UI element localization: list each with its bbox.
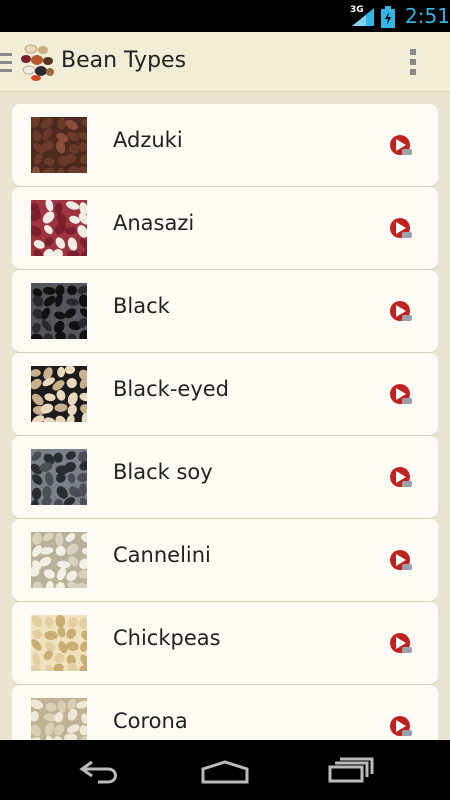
play-icon[interactable] <box>389 632 413 656</box>
page-title: Bean Types <box>61 48 187 73</box>
bean-list-container[interactable]: Adzuki Anasazi Black Black-eyed Black soy Can… <box>0 92 450 740</box>
bean-list: Adzuki Anasazi Black Black-eyed Black soy Can… <box>12 104 438 740</box>
play-icon[interactable] <box>389 383 413 407</box>
play-icon[interactable] <box>389 715 413 739</box>
play-icon[interactable] <box>389 134 413 158</box>
bean-name: Cannelini <box>113 543 211 567</box>
play-icon[interactable] <box>389 300 413 324</box>
bean-name: Adzuki <box>113 128 183 152</box>
navigation-bar <box>0 740 450 800</box>
bean-thumbnail <box>31 283 87 339</box>
play-icon[interactable] <box>389 217 413 241</box>
list-item[interactable]: Corona <box>12 685 438 740</box>
list-item[interactable]: Anasazi <box>12 187 438 269</box>
list-item[interactable]: Black-eyed <box>12 353 438 435</box>
battery-charging-icon <box>381 6 395 28</box>
bean-name: Anasazi <box>113 211 195 235</box>
status-clock: 2:51 <box>405 4 450 28</box>
list-item[interactable]: Black <box>12 270 438 352</box>
bean-thumbnail <box>31 615 87 671</box>
recents-icon[interactable] <box>328 757 374 783</box>
bean-name: Black soy <box>113 460 213 484</box>
signal-icon <box>352 8 374 26</box>
list-item[interactable]: Black soy <box>12 436 438 518</box>
play-icon[interactable] <box>389 466 413 490</box>
bean-thumbnail <box>31 366 87 422</box>
beans-app-icon[interactable] <box>17 41 55 81</box>
list-item[interactable]: Adzuki <box>12 104 438 186</box>
bean-thumbnail <box>31 698 87 740</box>
action-bar: Bean Types <box>0 32 450 92</box>
bean-name: Black-eyed <box>113 377 229 401</box>
bean-name: Corona <box>113 709 188 733</box>
status-bar: 3G 2:51 <box>0 0 450 32</box>
back-icon[interactable] <box>78 758 122 784</box>
drawer-icon[interactable] <box>0 53 12 73</box>
list-item[interactable]: Cannelini <box>12 519 438 601</box>
bean-thumbnail <box>31 200 87 256</box>
home-icon[interactable] <box>200 760 250 784</box>
bean-name: Black <box>113 294 170 318</box>
bean-name: Chickpeas <box>113 626 221 650</box>
list-item[interactable]: Chickpeas <box>12 602 438 684</box>
overflow-menu-icon[interactable] <box>409 48 417 76</box>
bean-thumbnail <box>31 532 87 588</box>
bean-thumbnail <box>31 117 87 173</box>
play-icon[interactable] <box>389 549 413 573</box>
bean-thumbnail <box>31 449 87 505</box>
